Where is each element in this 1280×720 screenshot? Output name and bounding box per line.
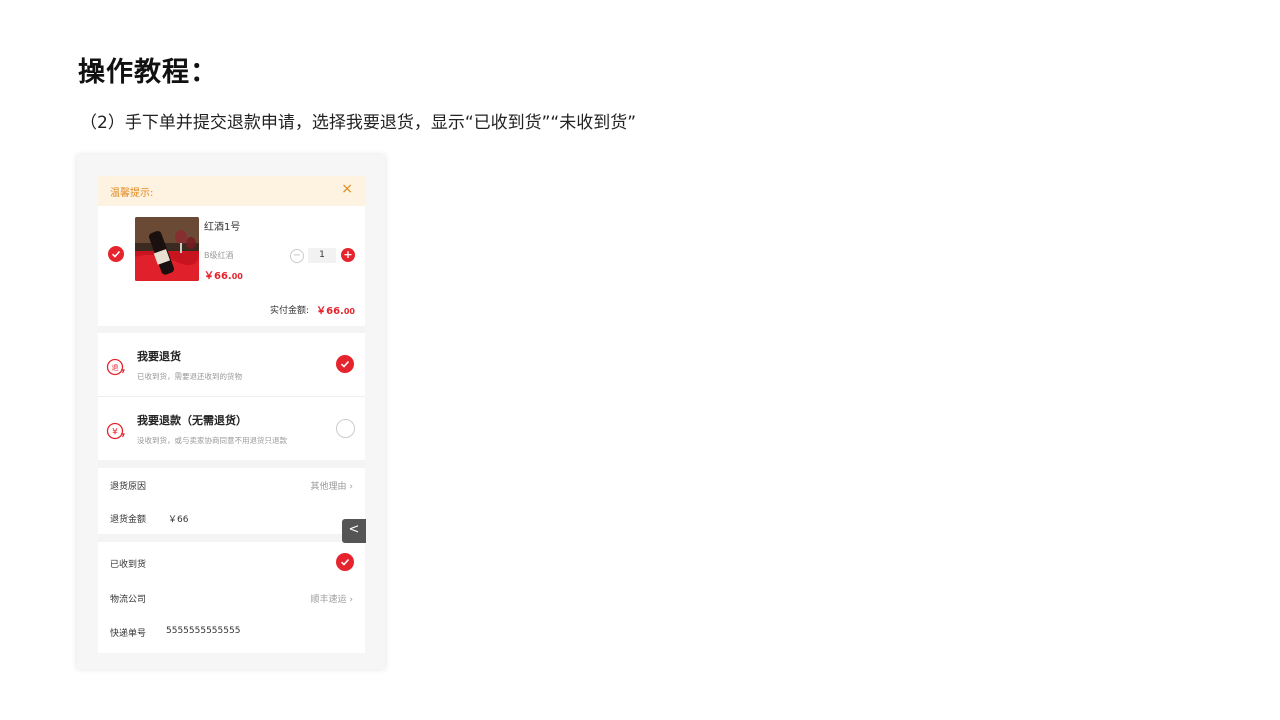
- option-desc: 没收到货，或与卖家协商同意不用退货只退款: [137, 436, 287, 445]
- price-cents: 00: [231, 272, 243, 281]
- screenshot-frame: 温馨提示: × 红酒1号 B级红酒 ￥66.00 − 1 + 实付金额: ￥66…: [77, 155, 385, 669]
- product-spec: B级红酒: [204, 251, 234, 260]
- received-label: 已收到货: [110, 560, 147, 570]
- quantity-plus-button[interactable]: +: [341, 248, 355, 262]
- reason-label: 退货原因: [110, 482, 147, 492]
- quantity-minus-button[interactable]: −: [290, 249, 304, 263]
- collapse-tab-button[interactable]: <: [342, 519, 366, 543]
- page-subtitle: （2）手下单并提交退款申请，选择我要退货，显示“已收到货”“未收到货”: [80, 113, 637, 133]
- total-cents: 00: [343, 307, 355, 316]
- tracking-label: 快递单号: [110, 629, 147, 639]
- quantity-value[interactable]: 1: [308, 248, 336, 263]
- amount-label: 退货金额: [110, 515, 147, 525]
- logistics-select[interactable]: 顺丰速运 ›: [311, 592, 353, 605]
- notice-text: 温馨提示:: [110, 188, 154, 199]
- product-image[interactable]: [135, 217, 199, 281]
- selected-check-icon[interactable]: [336, 355, 354, 373]
- total-label: 实付金额:: [269, 306, 309, 316]
- return-info-section: 退货原因 其他理由 › 退货金额 ￥66: [98, 468, 365, 534]
- page-title: 操作教程：: [78, 57, 218, 88]
- amount-value: ￥66: [168, 515, 189, 525]
- product-check-icon[interactable]: [108, 246, 124, 262]
- price-main: ￥66.: [204, 271, 232, 282]
- product-name: 红酒1号: [204, 222, 241, 233]
- total-value: ￥66.00: [316, 302, 355, 317]
- option-title: 我要退款（无需退货）: [137, 414, 247, 427]
- received-check-icon[interactable]: [336, 553, 354, 571]
- total-row: 实付金额: ￥66.00: [98, 292, 365, 326]
- product-item: 红酒1号 B级红酒 ￥66.00 − 1 +: [98, 206, 365, 293]
- unselected-radio[interactable]: [336, 419, 355, 438]
- tracking-number-input[interactable]: 5555555555555: [166, 626, 240, 636]
- option-title: 我要退货: [137, 350, 181, 363]
- logistics-label: 物流公司: [110, 595, 147, 605]
- logistics-section: 已收到货 物流公司 顺丰速运 › 快递单号 5555555555555: [98, 542, 365, 653]
- reason-select[interactable]: 其他理由 ›: [311, 479, 353, 492]
- close-icon[interactable]: ×: [341, 181, 353, 197]
- option-refund-only[interactable]: ¥ 我要退款（无需退货） 没收到货，或与卖家协商同意不用退货只退款: [98, 397, 365, 460]
- svg-text:退: 退: [112, 363, 119, 372]
- svg-text:¥: ¥: [112, 428, 118, 438]
- phone-screen: 温馨提示: × 红酒1号 B级红酒 ￥66.00 − 1 + 实付金额: ￥66…: [98, 176, 365, 653]
- return-goods-icon: 退: [106, 357, 126, 377]
- option-desc: 已收到货，需要退还收到的货物: [137, 372, 242, 381]
- option-return-goods[interactable]: 退 我要退货 已收到货，需要退还收到的货物: [98, 333, 365, 396]
- refund-yuan-icon: ¥: [106, 421, 126, 441]
- total-main: ￥66.: [316, 306, 344, 317]
- notice-bar: 温馨提示: ×: [98, 176, 365, 206]
- product-price: ￥66.00: [204, 267, 243, 282]
